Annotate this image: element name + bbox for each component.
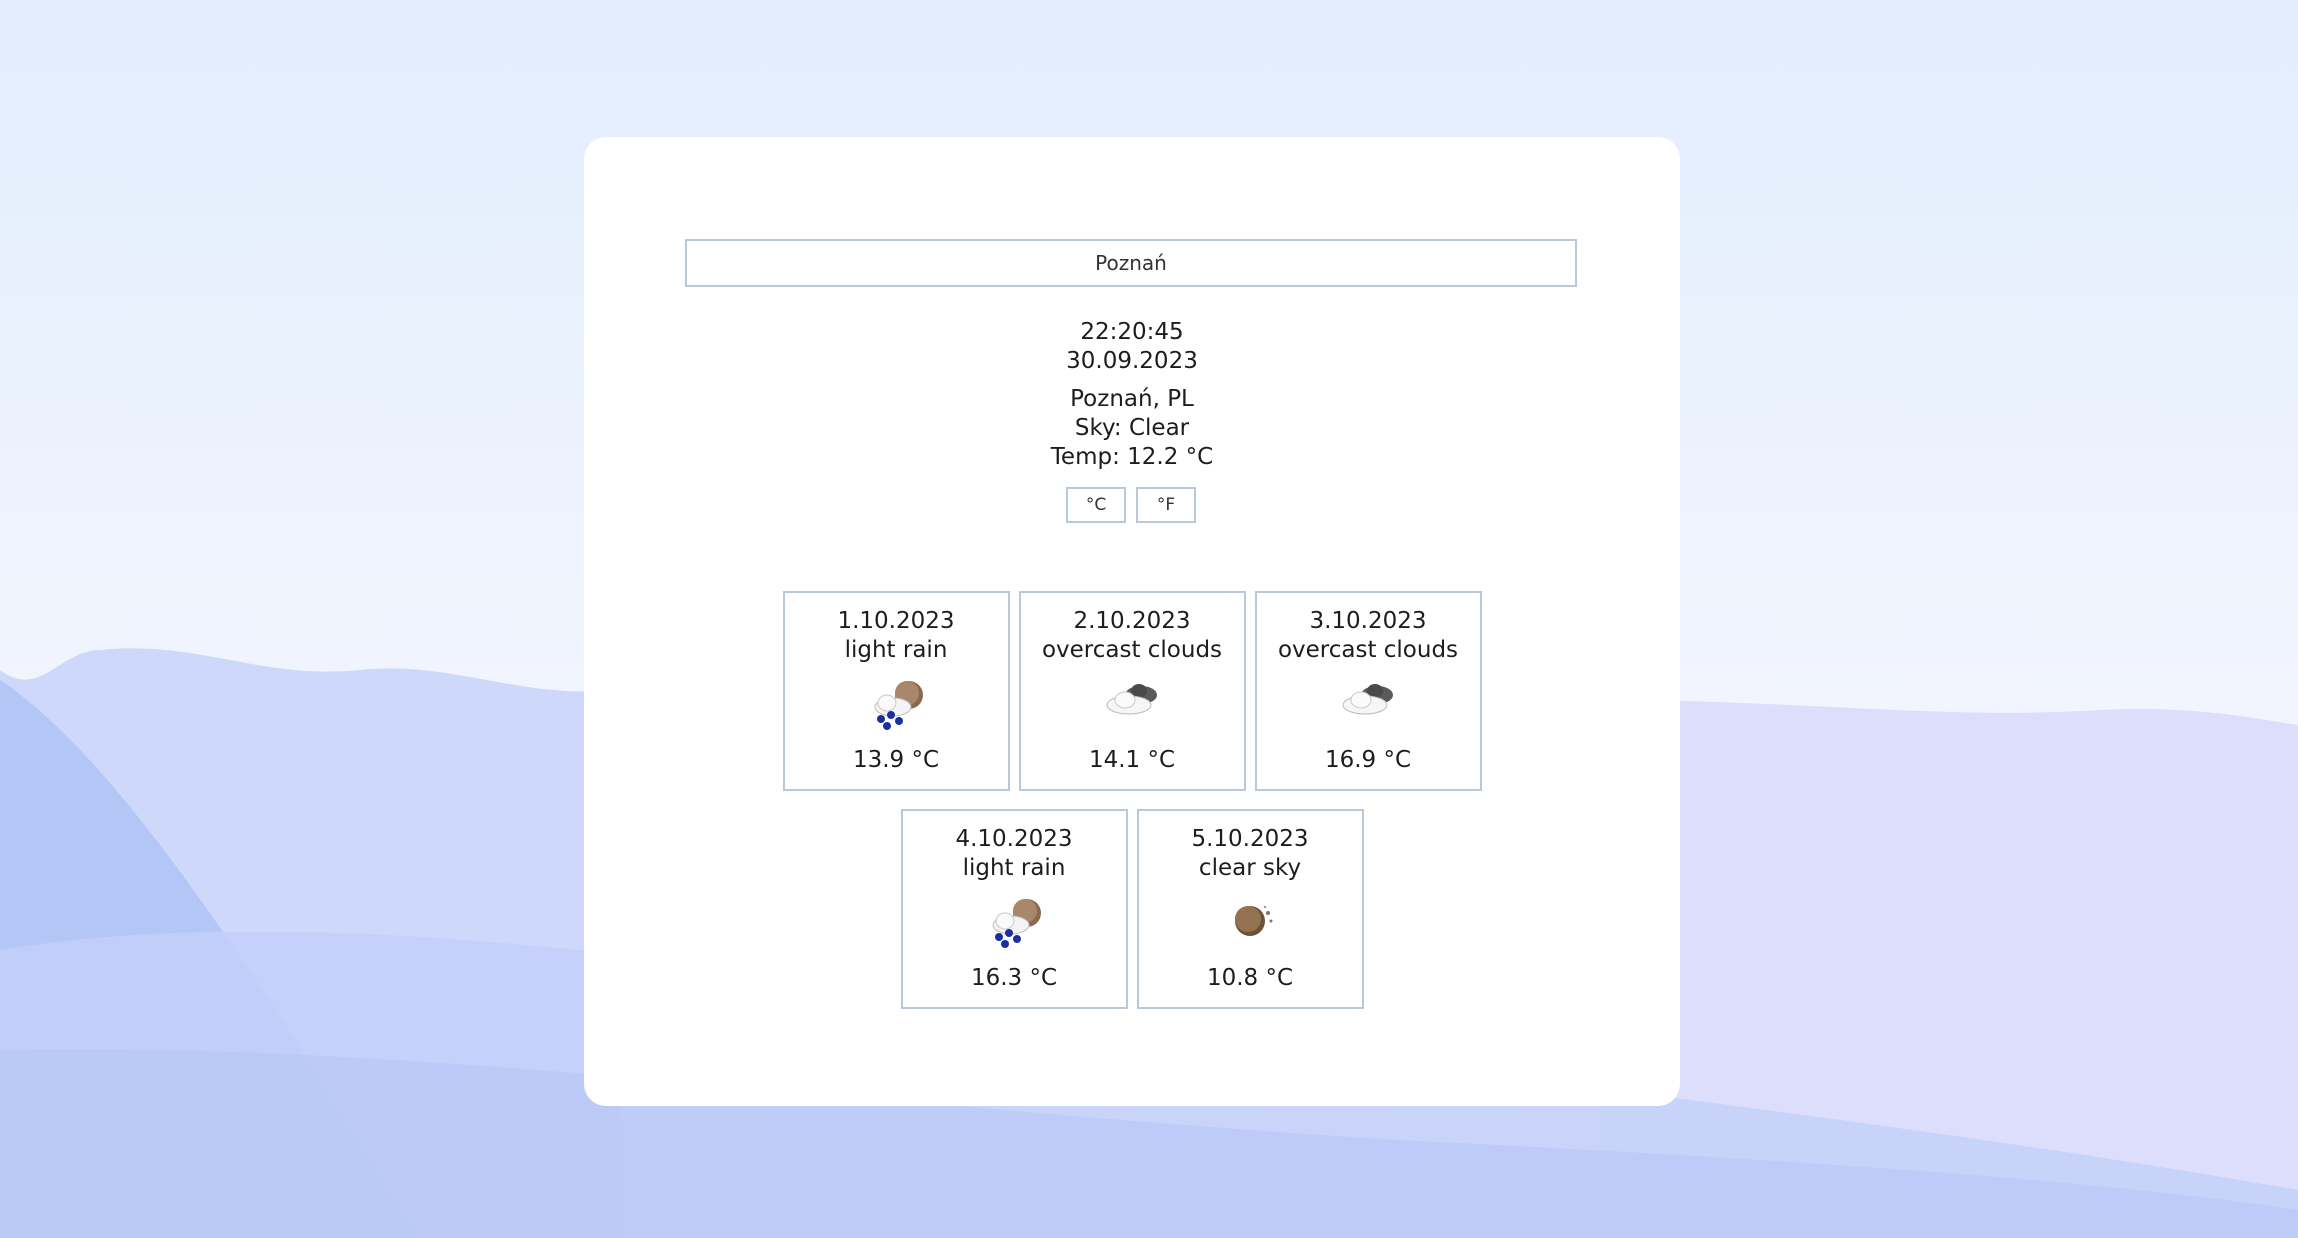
- city-search-input[interactable]: [685, 239, 1577, 287]
- forecast-description: light rain: [844, 637, 948, 663]
- light-rain-night-icon: [992, 899, 1041, 948]
- overcast-clouds-icon: [1106, 684, 1157, 715]
- temp-label: Temp: 12.2 °C: [1050, 444, 1214, 470]
- clear-sky-night-icon: [1234, 905, 1272, 936]
- clock: 22:20:45 30.09.2023: [584, 318, 1680, 376]
- forecast-date: 1.10.2023: [837, 608, 955, 634]
- forecast-temp: 16.9 °C: [1324, 747, 1412, 773]
- forecast-temp: 16.3 °C: [970, 965, 1058, 991]
- forecast-date: 3.10.2023: [1309, 608, 1427, 634]
- weather-card: 22:20:45 30.09.2023 Poznań, PL Sky: Clea…: [584, 137, 1680, 1106]
- forecast-date: 2.10.2023: [1073, 608, 1191, 634]
- current-time: 22:20:45: [1080, 319, 1184, 345]
- overcast-clouds-icon: [1342, 684, 1393, 715]
- forecast-temp: 13.9 °C: [852, 747, 940, 773]
- sky-label: Sky: Clear: [1074, 415, 1190, 441]
- forecast-day: 1.10.2023 light rain 13.9 °C: [782, 591, 1010, 791]
- forecast-day: 2.10.2023 overcast clouds 14.1 °C: [1018, 591, 1246, 791]
- forecast-temp: 10.8 °C: [1206, 965, 1294, 991]
- forecast-description: overcast clouds: [1277, 637, 1459, 663]
- fahrenheit-button[interactable]: °F: [1136, 487, 1196, 523]
- forecast-date: 4.10.2023: [955, 826, 1073, 852]
- location-label: Poznań, PL: [1070, 386, 1194, 412]
- forecast-description: overcast clouds: [1041, 637, 1223, 663]
- forecast-temp: 14.1 °C: [1088, 747, 1176, 773]
- forecast-day: 4.10.2023 light rain 16.3 °C: [900, 809, 1128, 1009]
- current-weather: Poznań, PL Sky: Clear Temp: 12.2 °C: [584, 385, 1680, 472]
- forecast-list: 1.10.2023 light rain 13.9 °C 2.10.2023 o…: [584, 591, 1680, 1009]
- forecast-description: light rain: [962, 855, 1066, 881]
- current-date: 30.09.2023: [1066, 348, 1198, 374]
- celsius-button[interactable]: °C: [1066, 487, 1126, 523]
- forecast-description: clear sky: [1198, 855, 1302, 881]
- unit-toggle: °C °F: [1066, 487, 1196, 523]
- forecast-date: 5.10.2023: [1191, 826, 1309, 852]
- forecast-day: 5.10.2023 clear sky 10.8 °C: [1136, 809, 1364, 1009]
- forecast-day: 3.10.2023 overcast clouds 16.9 °C: [1254, 591, 1482, 791]
- light-rain-night-icon: [874, 681, 923, 730]
